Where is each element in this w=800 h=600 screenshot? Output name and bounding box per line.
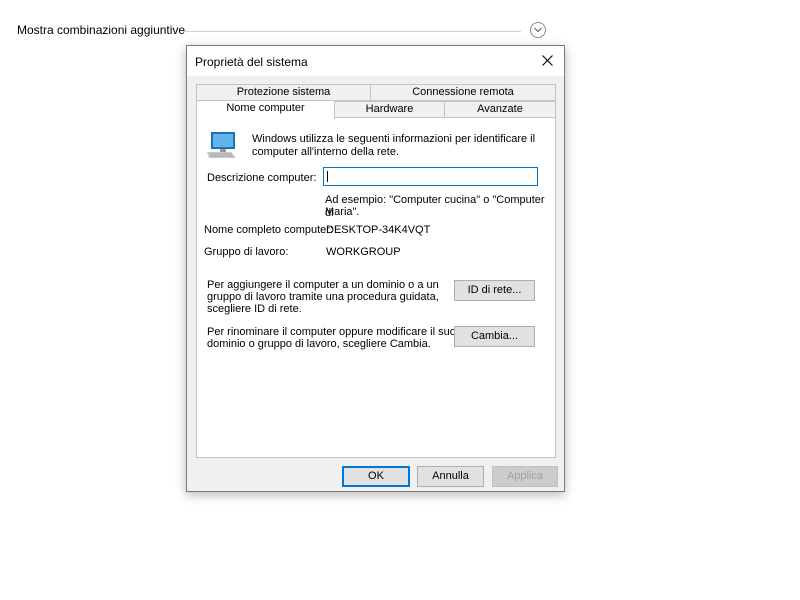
computer-name-panel: Windows utilizza le seguenti informazion…	[196, 117, 556, 458]
tab-computer-name[interactable]: Nome computer	[196, 100, 335, 119]
apply-button[interactable]: Applica	[492, 466, 558, 487]
example-text-line1: Ad esempio: "Computer cucina" o "Compute…	[325, 194, 545, 219]
intro-text-line2: computer all'interno della rete.	[252, 146, 400, 158]
network-id-text-line3: scegliere ID di rete.	[207, 303, 302, 315]
tab-advanced[interactable]: Avanzate	[444, 101, 556, 118]
title-bar: Proprietà del sistema	[187, 46, 564, 76]
chevron-down-icon[interactable]	[530, 22, 546, 38]
system-properties-dialog: Proprietà del sistema Protezione sistema…	[186, 45, 565, 492]
ok-button[interactable]: OK	[342, 466, 410, 487]
description-label: Descrizione computer:	[207, 172, 317, 184]
full-name-label: Nome completo computer:	[204, 224, 333, 236]
rename-text-line2: dominio o gruppo di lavoro, scegliere Ca…	[207, 338, 431, 350]
separator-line	[183, 31, 521, 32]
full-name-value: DESKTOP-34K4VQT	[326, 224, 431, 236]
example-text-line2: Maria".	[325, 206, 360, 218]
more-combinations-label: Mostra combinazioni aggiuntive	[17, 23, 186, 37]
close-icon	[542, 55, 553, 66]
change-button[interactable]: Cambia...	[454, 326, 535, 347]
description-field[interactable]	[323, 167, 538, 186]
dialog-title: Proprietà del sistema	[195, 55, 308, 69]
network-id-button[interactable]: ID di rete...	[454, 280, 535, 301]
close-button[interactable]	[530, 46, 564, 76]
tab-hardware[interactable]: Hardware	[334, 101, 445, 118]
tab-system-protection[interactable]: Protezione sistema	[196, 84, 371, 101]
computer-monitor-icon	[207, 132, 236, 158]
workgroup-value: WORKGROUP	[326, 246, 401, 258]
workgroup-label: Gruppo di lavoro:	[204, 246, 289, 258]
intro-text-line1: Windows utilizza le seguenti informazion…	[252, 133, 536, 145]
tab-remote-connection[interactable]: Connessione remota	[370, 84, 556, 101]
cancel-button[interactable]: Annulla	[417, 466, 484, 487]
text-caret	[327, 171, 328, 182]
